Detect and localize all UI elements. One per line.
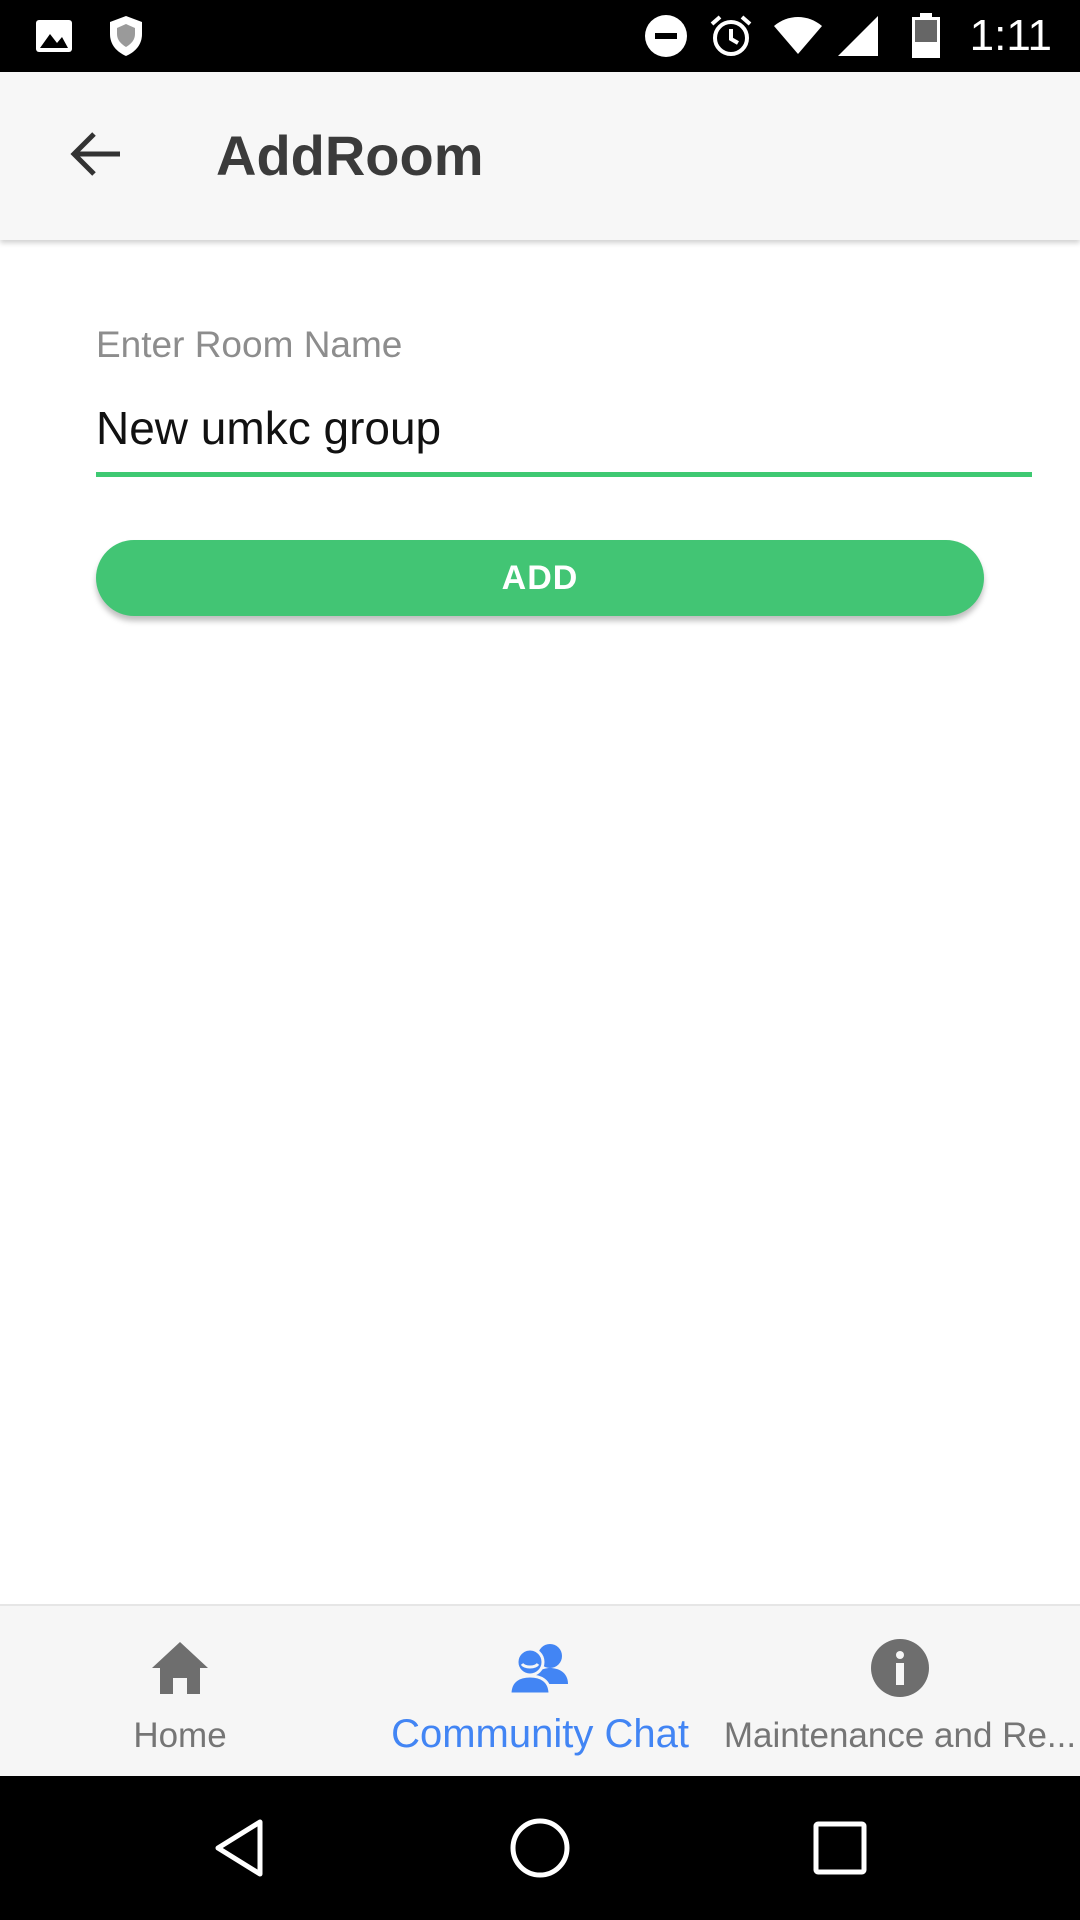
bottom-nav: Home Community Chat Maintenance and Re..… xyxy=(0,1604,1080,1778)
arrow-back-icon xyxy=(68,130,124,183)
page-title: AddRoom xyxy=(216,124,484,187)
shield-icon xyxy=(106,12,146,60)
home-circle-icon[interactable] xyxy=(504,1812,576,1884)
recents-square-icon[interactable] xyxy=(804,1812,876,1884)
tab-community-chat[interactable]: Community Chat xyxy=(360,1606,720,1778)
system-nav-bar xyxy=(0,1776,1080,1920)
tab-community-chat-label: Community Chat xyxy=(391,1712,689,1756)
community-chat-icon xyxy=(508,1636,572,1700)
alarm-icon xyxy=(708,12,754,60)
add-button[interactable]: ADD xyxy=(96,540,984,616)
room-name-label: Enter Room Name xyxy=(96,324,403,365)
back-button[interactable] xyxy=(56,116,136,196)
tab-home-label: Home xyxy=(133,1716,227,1755)
add-button-label: ADD xyxy=(501,558,579,597)
wifi-icon xyxy=(772,12,824,60)
cell-signal-icon xyxy=(836,12,880,60)
image-icon xyxy=(34,12,74,60)
room-name-field: Enter Room Name xyxy=(96,318,1032,477)
status-time: 1:11 xyxy=(969,11,1052,60)
battery-icon xyxy=(910,12,942,60)
info-icon xyxy=(868,1636,932,1700)
do-not-disturb-icon xyxy=(644,12,688,60)
room-name-input[interactable] xyxy=(96,394,1032,462)
back-triangle-icon[interactable] xyxy=(204,1812,276,1884)
room-name-underline xyxy=(96,472,1032,477)
status-bar: 1:11 xyxy=(0,0,1080,72)
app-bar: AddRoom xyxy=(0,72,1080,240)
tab-home[interactable]: Home xyxy=(0,1606,360,1778)
home-icon xyxy=(148,1636,212,1700)
tab-maintenance[interactable]: Maintenance and Re... xyxy=(720,1606,1080,1778)
tab-maintenance-label: Maintenance and Re... xyxy=(723,1716,1077,1755)
